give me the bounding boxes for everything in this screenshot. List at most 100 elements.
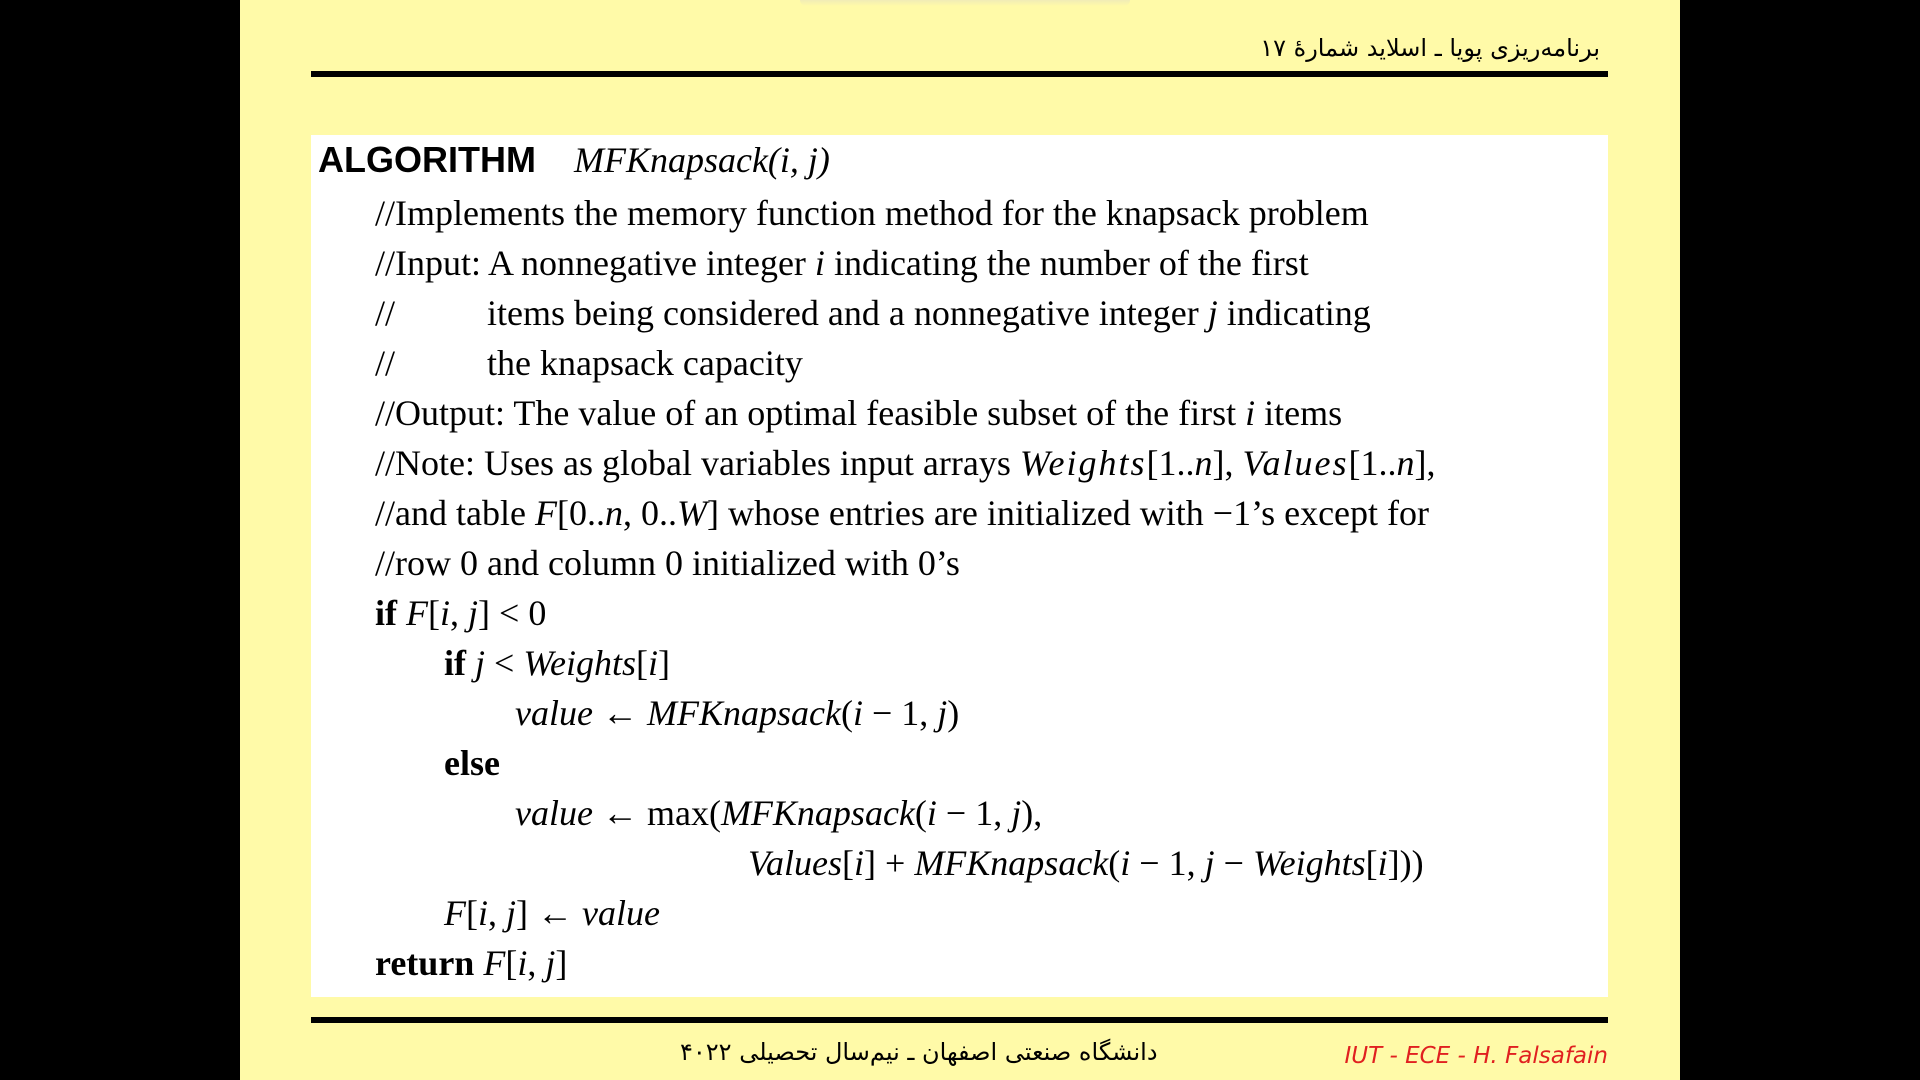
code-assign-value-1: value ← MFKnapsack(i − 1, j) <box>515 693 959 733</box>
code-var: i <box>852 693 863 733</box>
comment-var: n <box>1194 443 1213 483</box>
code-if-inner: if j < Weights[i] <box>444 643 670 683</box>
code-var: value <box>582 893 660 933</box>
comment-var: i <box>814 243 825 283</box>
code-assign-value-2: value ← max(MFKnapsack(i − 1, j), <box>515 793 1042 833</box>
comment-line-4: // <box>375 343 395 383</box>
code-text: ) <box>947 693 960 733</box>
comment-line-7: //and table F[0..n, 0..W] whose entries … <box>375 493 1429 533</box>
code-text: ( <box>914 793 927 833</box>
code-assign-table: F[i, j] ← value <box>444 893 660 933</box>
code-else: else <box>444 743 500 783</box>
slide: برنامه‌ریزی پویا ـ اسلاید شمارهٔ ۱۷ ALGO… <box>240 0 1680 1080</box>
code-var: value <box>515 793 593 833</box>
comment-text: //Output: The value of an optimal feasib… <box>375 393 1246 433</box>
comment-var: i <box>1245 393 1256 433</box>
comment-text: items <box>1255 393 1343 433</box>
comment-text: the knapsack capacity <box>487 343 803 383</box>
comment-text: , 0.. <box>622 493 677 533</box>
comment-text: indicating the number of the first <box>824 243 1309 283</box>
code-var: j <box>937 693 948 733</box>
code-text: ] < 0 <box>478 593 547 633</box>
code-var: F <box>406 593 428 633</box>
comment-line-6: //Note: Uses as global variables input a… <box>375 443 1436 483</box>
algorithm-signature: MFKnapsack(i, j) <box>573 140 830 180</box>
code-var: value <box>515 693 593 733</box>
comment-var: n <box>1396 443 1415 483</box>
comment-line-5: //Output: The value of an optimal feasib… <box>375 393 1342 433</box>
code-var: j <box>468 593 479 633</box>
comment-var: j <box>1207 293 1218 333</box>
header-divider <box>311 71 1608 77</box>
code-text: , <box>488 893 507 933</box>
code-if-outer: if F[i, j] < 0 <box>375 593 546 633</box>
comment-var: W <box>676 493 707 533</box>
algorithm-box: ALGORITHM MFKnapsack(i, j) //Implements t… <box>311 135 1608 997</box>
code-text: ← max( <box>592 793 721 833</box>
comment-var: F <box>534 493 557 533</box>
top-shadow <box>800 0 1130 6</box>
code-text: − <box>1214 843 1253 883</box>
footer-divider <box>311 1017 1608 1023</box>
code-var: j <box>1204 843 1215 883</box>
code-text: [ <box>636 643 649 683</box>
code-text: − 1, <box>1130 843 1205 883</box>
comment-line-3: // <box>375 293 395 333</box>
if-keyword: if <box>375 593 397 633</box>
code-var: j <box>545 943 556 983</box>
code-text: < <box>485 643 524 683</box>
code-text: ( <box>1108 843 1121 883</box>
comment-text: ] whose entries are initialized with −1’… <box>706 493 1430 533</box>
code-var: i <box>1377 843 1388 883</box>
code-text: [ <box>466 893 478 933</box>
comment-text: //Note: Uses as global variables input a… <box>375 443 1020 483</box>
code-text: − 1, <box>936 793 1012 833</box>
comment-line-2: //Input: A nonnegative integer i indicat… <box>375 243 1309 283</box>
comment-line-4-body: the knapsack capacity <box>487 343 803 383</box>
comment-text: //Input: A nonnegative integer <box>375 243 815 283</box>
code-text: ] + <box>864 843 915 883</box>
code-text: ])) <box>1387 843 1424 883</box>
code-text: ), <box>1021 793 1043 833</box>
code-var: F <box>483 943 506 983</box>
code-var: Weights <box>1252 843 1366 883</box>
code-text: [ <box>1365 843 1378 883</box>
comment-marker: // <box>375 343 396 383</box>
code-var: i <box>1120 843 1131 883</box>
comment-text: indicating <box>1217 293 1371 333</box>
code-var: i <box>854 843 865 883</box>
code-text: ] <box>658 643 671 683</box>
code-var: j <box>475 643 486 683</box>
comment-text: items being considered and a nonnegative… <box>487 293 1208 333</box>
code-text: [ <box>428 593 440 633</box>
algorithm-keyword: ALGORITHM <box>318 139 536 180</box>
code-var: F <box>444 893 466 933</box>
comment-line-1: //Implements the memory function method … <box>375 193 1369 233</box>
comment-line-3-body: items being considered and a nonnegative… <box>487 293 1371 333</box>
code-var: i <box>926 793 937 833</box>
comment-marker: // <box>375 293 396 333</box>
code-var: i <box>648 643 659 683</box>
comment-text: [0.. <box>556 493 605 533</box>
comment-text: [1.. <box>1348 443 1397 483</box>
comment-text: [1.. <box>1146 443 1195 483</box>
code-var: i <box>478 893 489 933</box>
code-text: − 1, <box>862 693 938 733</box>
code-var: MFKnapsack <box>914 843 1109 883</box>
footer-credit: IUT - ECE - H. Falsafain <box>1344 1043 1608 1069</box>
comment-var: Weights <box>1019 443 1147 483</box>
if-keyword: if <box>444 643 466 683</box>
code-assign-value-2-cont: Values[i] + MFKnapsack(i − 1, j − Weight… <box>748 843 1424 883</box>
code-text: ] <box>555 943 568 983</box>
code-text: ] ← <box>516 893 583 933</box>
comment-var: Values <box>1242 443 1349 483</box>
code-return: return F[i, j] <box>375 943 567 983</box>
code-var: j <box>506 893 517 933</box>
code-text: ( <box>840 693 853 733</box>
code-text: [ <box>505 943 518 983</box>
comment-text: ], <box>1212 443 1243 483</box>
code-var: i <box>517 943 528 983</box>
code-var: Weights <box>523 643 637 683</box>
footer-university: دانشگاه صنعتی اصفهان ـ نیم‌سال تحصیلی ۴۰… <box>680 1038 1158 1066</box>
comment-line-8: //row 0 and column 0 initialized with 0’… <box>375 543 960 583</box>
